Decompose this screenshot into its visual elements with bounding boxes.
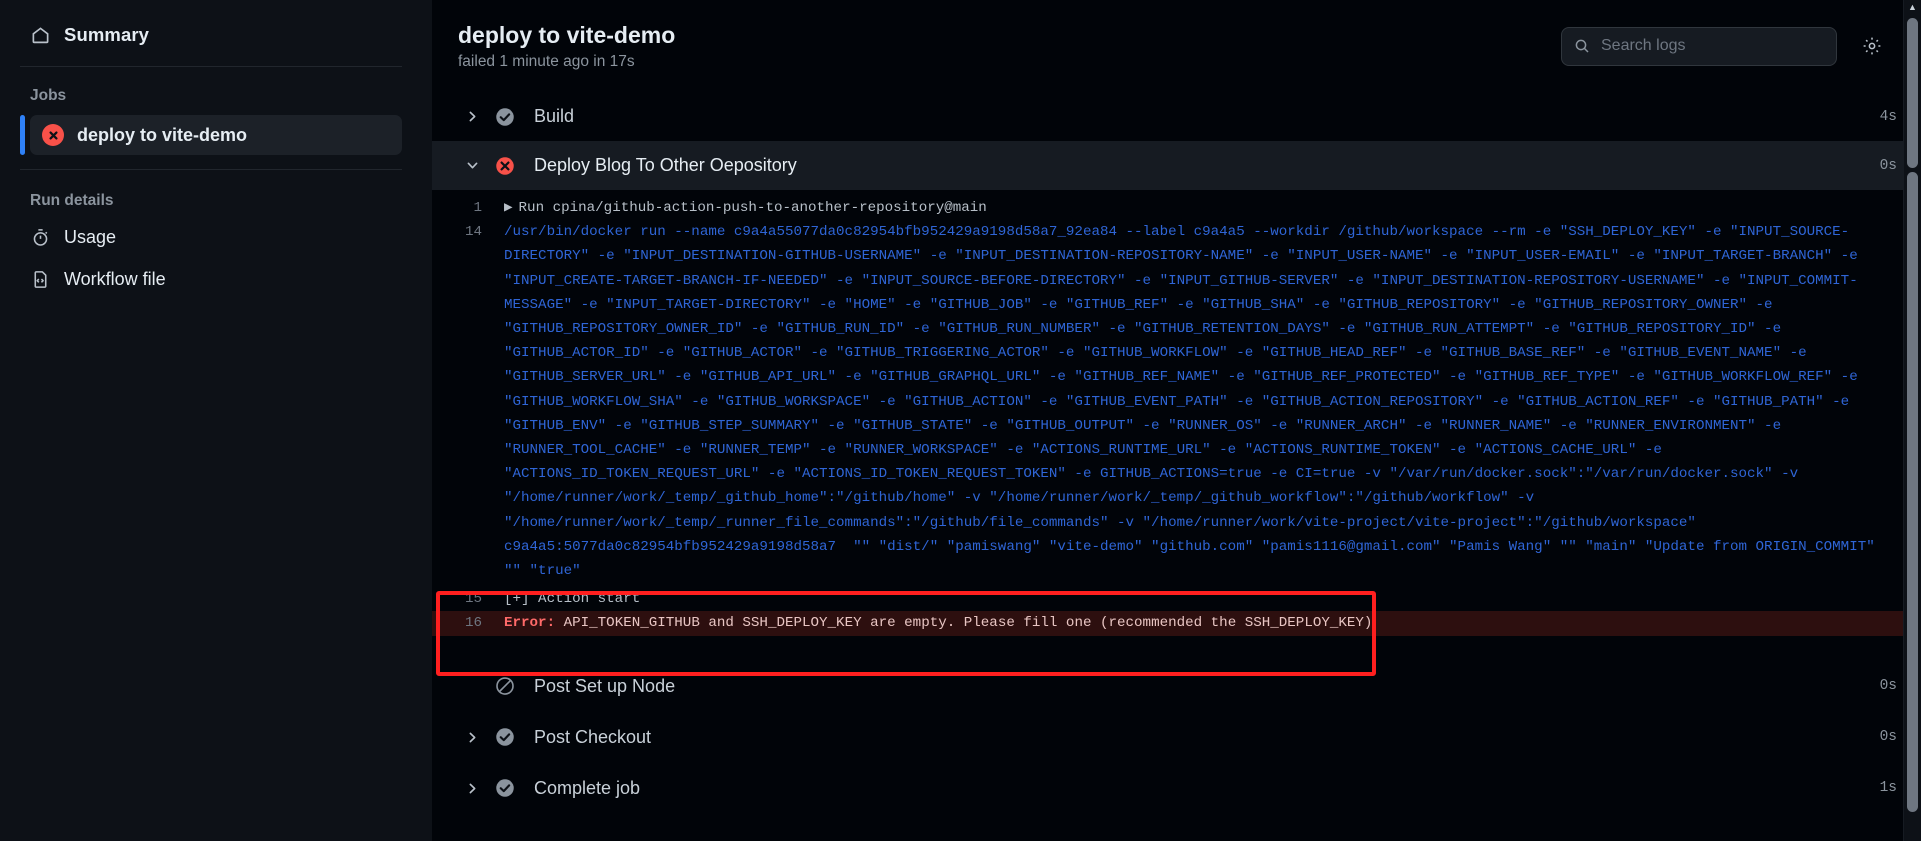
log-header: deploy to vite-demo failed 1 minute ago …	[432, 0, 1921, 92]
page-scrollbar[interactable]: ▲	[1903, 0, 1921, 841]
check-circle-icon	[494, 106, 516, 128]
search-icon	[1574, 38, 1590, 54]
error-prefix: Error:	[504, 615, 556, 632]
triangle-right-icon[interactable]: ▶	[504, 200, 513, 216]
log-line[interactable]: 14 /usr/bin/docker run --name c9a4a55077…	[432, 220, 1921, 583]
log-line-number: 1	[473, 200, 482, 216]
chevron-right-icon	[462, 110, 482, 123]
x-circle-icon	[494, 155, 516, 177]
step-row-post-set-up-node[interactable]: Post Set up Node 0s	[432, 662, 1921, 711]
gear-icon[interactable]	[1857, 31, 1887, 61]
log-line-number: 15	[464, 591, 482, 608]
chevron-right-icon	[462, 782, 482, 795]
stopwatch-icon	[30, 227, 51, 248]
step-duration: 0s	[1879, 678, 1897, 695]
sidebar-job-wrapper: deploy to vite-demo	[20, 115, 402, 155]
sidebar-summary-label: Summary	[64, 24, 150, 45]
step-duration: 0s	[1879, 157, 1897, 174]
sidebar-jobs-heading: Jobs	[30, 87, 67, 104]
sidebar-usage-label: Usage	[64, 226, 117, 247]
step-row-complete-job[interactable]: Complete job 1s	[432, 764, 1921, 813]
sidebar-workflow-file-label: Workflow file	[64, 268, 166, 289]
page-title: deploy to vite-demo	[458, 22, 676, 49]
workflow-run-page: Summary Jobs deploy to vite-demo Run det…	[0, 0, 1921, 841]
log-line-list: 1 ▶ Run cpina/github-action-push-to-anoth…	[432, 190, 1921, 636]
step-row-post-checkout[interactable]: Post Checkout 0s	[432, 713, 1921, 762]
main-panel: deploy to vite-demo failed 1 minute ago …	[432, 0, 1921, 841]
step-label: Deploy Blog To Other Oepository	[534, 155, 797, 175]
log-line-text: /usr/bin/docker run --name c9a4a55077da0…	[504, 224, 1884, 580]
sidebar-divider-1	[20, 66, 402, 67]
header-titles: deploy to vite-demo failed 1 minute ago …	[458, 21, 1561, 71]
x-circle-icon	[42, 124, 64, 146]
step-row-build[interactable]: Build 4s	[432, 92, 1921, 141]
log-line-text: ▶ Run cpina/github-action-push-to-another…	[504, 196, 1911, 220]
log-line-body: Run cpina/github-action-push-to-another-…	[518, 200, 987, 216]
log-line-number: 14	[464, 224, 482, 241]
step-row-deploy-blog-to-other-oepository[interactable]: Deploy Blog To Other Oepository 0s	[432, 141, 1921, 190]
sidebar-item-workflow-file[interactable]: Workflow file	[20, 258, 402, 300]
log-line-text: [+] Action start	[504, 591, 641, 608]
sidebar-item-usage[interactable]: Usage	[20, 216, 402, 258]
home-icon	[30, 25, 51, 46]
scrollbar-thumb[interactable]	[1907, 18, 1918, 168]
search-input[interactable]	[1599, 36, 1824, 56]
step-duration: 0s	[1879, 729, 1897, 746]
sidebar-job-label: deploy to vite-demo	[77, 124, 248, 145]
scroll-up-arrow-icon[interactable]: ▲	[1904, 0, 1921, 14]
chevron-down-icon	[462, 159, 482, 172]
check-circle-icon	[494, 777, 516, 799]
sidebar-run-details-heading: Run details	[30, 192, 114, 209]
skip-circle-icon	[494, 675, 516, 697]
chevron-right-icon	[462, 731, 482, 744]
log-line-text: Error: API_TOKEN_GITHUB and SSH_DEPLOY_K…	[504, 611, 1911, 635]
step-duration: 1s	[1879, 780, 1897, 797]
log-line-error[interactable]: 16 Error: API_TOKEN_GITHUB and SSH_DEPLO…	[432, 611, 1921, 636]
search-logs-box[interactable]	[1561, 26, 1837, 66]
step-label: Complete job	[534, 777, 641, 798]
sidebar: Summary Jobs deploy to vite-demo Run det…	[0, 0, 432, 841]
code-file-icon	[30, 269, 51, 290]
step-duration: 4s	[1879, 108, 1897, 125]
error-message: API_TOKEN_GITHUB and SSH_DEPLOY_KEY are …	[555, 615, 1373, 632]
step-label: Post Set up Node	[534, 675, 676, 696]
sidebar-item-summary[interactable]: Summary	[20, 14, 402, 56]
check-circle-icon	[494, 726, 516, 748]
log-line-number: 16	[464, 615, 482, 632]
run-status-subtitle: failed 1 minute ago in 17s	[458, 52, 635, 70]
sidebar-item-deploy-to-vite-demo[interactable]: deploy to vite-demo	[30, 115, 402, 155]
log-line[interactable]: 15 [+] Action start	[432, 587, 1921, 611]
scrollbar-thumb-secondary[interactable]	[1907, 172, 1918, 812]
log-content: Build 4s Deploy Blog To Other Oepository…	[432, 92, 1921, 841]
log-line[interactable]: 1 ▶ Run cpina/github-action-push-to-anoth…	[432, 196, 1921, 220]
step-label: Post Checkout	[534, 726, 652, 747]
step-label: Build	[534, 106, 575, 126]
selected-job-indicator	[20, 115, 25, 155]
sidebar-divider-2	[20, 169, 402, 170]
